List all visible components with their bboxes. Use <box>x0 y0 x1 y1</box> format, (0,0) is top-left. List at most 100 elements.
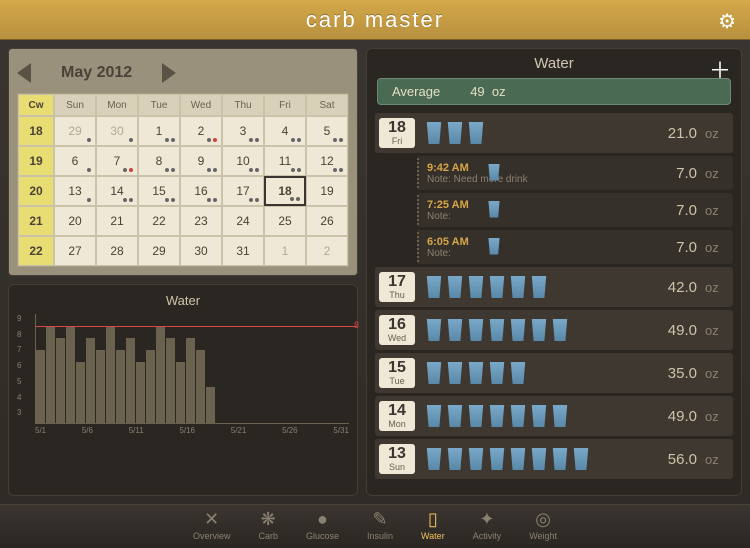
calendar-day-cell[interactable]: 13 <box>54 176 96 206</box>
calendar-day-cell[interactable]: 22 <box>138 206 180 236</box>
day-row[interactable]: 14Mon49.0oz <box>375 396 733 436</box>
cup-icon <box>446 448 464 470</box>
calendar-day-cell[interactable]: 10 <box>222 146 264 176</box>
tab-label: Weight <box>529 531 557 541</box>
chart-bar <box>56 338 65 423</box>
calendar-day-cell[interactable]: 15 <box>138 176 180 206</box>
entry-amount: 7.0 <box>653 239 697 256</box>
tab-carb[interactable]: ❋Carb <box>258 509 278 548</box>
tab-label: Insulin <box>367 531 393 541</box>
cup-icon <box>425 319 443 341</box>
entry-row[interactable]: 7:25 AMNote: 7.0oz <box>417 193 733 227</box>
calendar-day-cell[interactable]: 26 <box>306 206 348 236</box>
calendar-day-cell[interactable]: 2 <box>306 236 348 266</box>
calendar-day-cell[interactable]: 21 <box>96 206 138 236</box>
app-header: carb master ⚙ <box>0 0 750 40</box>
calendar-day-cell[interactable]: 14 <box>96 176 138 206</box>
day-row[interactable]: 13Sun56.0oz <box>375 439 733 479</box>
cup-icon <box>467 276 485 298</box>
entries-list[interactable]: 18Fri21.0oz9:42 AMNote: Need more drink7… <box>367 113 741 495</box>
cup-icon <box>467 362 485 384</box>
insulin-icon: ✎ <box>372 509 387 531</box>
calendar-day-cell[interactable]: 12 <box>306 146 348 176</box>
calendar-day-cell[interactable]: 18 <box>264 176 306 206</box>
calendar-day-cell[interactable]: 17 <box>222 176 264 206</box>
app-title: carb master <box>306 7 444 33</box>
day-badge: 17Thu <box>379 272 415 302</box>
calendar-day-cell[interactable]: 1 <box>138 116 180 146</box>
entry-unit: oz <box>705 166 725 181</box>
day-row[interactable]: 16Wed49.0oz <box>375 310 733 350</box>
calendar-day-cell[interactable]: 6 <box>54 146 96 176</box>
calendar-day-cell[interactable]: 5 <box>306 116 348 146</box>
calendar-day-cell[interactable]: 16 <box>180 176 222 206</box>
tab-water[interactable]: ▯Water <box>421 509 445 548</box>
calendar-panel: May 2012 CwSunMonTueWedThuFriSat18293012… <box>8 48 358 276</box>
tab-activity[interactable]: ✦Activity <box>473 509 502 548</box>
tab-insulin[interactable]: ✎Insulin <box>367 509 393 548</box>
water-icon: ▯ <box>428 509 438 531</box>
calendar-day-cell[interactable]: 1 <box>264 236 306 266</box>
calendar-day-cell[interactable]: 29 <box>138 236 180 266</box>
cup-icon <box>530 405 548 427</box>
calendar-day-cell[interactable]: 23 <box>180 206 222 236</box>
settings-gear-icon[interactable]: ⚙ <box>718 9 736 34</box>
calendar-day-cell[interactable]: 9 <box>180 146 222 176</box>
cup-icon <box>425 405 443 427</box>
calendar-grid: CwSunMonTueWedThuFriSat18293012345196789… <box>17 93 349 267</box>
cup-icon <box>488 448 506 470</box>
day-unit: oz <box>705 452 725 467</box>
chart-bar <box>136 362 145 423</box>
overview-icon: ✕ <box>204 509 219 531</box>
cup-icon <box>446 362 464 384</box>
calendar-day-cell[interactable]: 29 <box>54 116 96 146</box>
cup-icon <box>425 362 443 384</box>
calendar-day-cell[interactable]: 8 <box>138 146 180 176</box>
cup-icon <box>467 319 485 341</box>
day-row[interactable]: 15Tue35.0oz <box>375 353 733 393</box>
entry-row[interactable]: 9:42 AMNote: Need more drink7.0oz <box>417 156 733 190</box>
calendar-week-number: 19 <box>18 146 54 176</box>
prev-month-button[interactable] <box>17 63 31 83</box>
chart-bar <box>176 362 185 423</box>
day-row[interactable]: 18Fri21.0oz <box>375 113 733 153</box>
calendar-header-cell: Sat <box>306 94 348 116</box>
calendar-day-cell[interactable]: 3 <box>222 116 264 146</box>
next-month-button[interactable] <box>162 63 349 83</box>
calendar-day-cell[interactable]: 31 <box>222 236 264 266</box>
calendar-day-cell[interactable]: 2 <box>180 116 222 146</box>
cup-icon <box>467 405 485 427</box>
calendar-day-cell[interactable]: 27 <box>54 236 96 266</box>
cups-display <box>425 276 653 298</box>
cup-icon <box>425 122 443 144</box>
calendar-day-cell[interactable]: 19 <box>306 176 348 206</box>
tab-overview[interactable]: ✕Overview <box>193 509 231 548</box>
add-entry-button[interactable]: ＋ <box>709 53 731 85</box>
cups-display <box>425 319 653 341</box>
weight-icon: ◎ <box>535 509 551 531</box>
calendar-day-cell[interactable]: 11 <box>264 146 306 176</box>
cup-icon <box>487 238 501 255</box>
calendar-day-cell[interactable]: 30 <box>96 116 138 146</box>
cup-icon <box>488 319 506 341</box>
day-badge: 13Sun <box>379 444 415 474</box>
calendar-day-cell[interactable]: 28 <box>96 236 138 266</box>
day-amount: 49.0 <box>653 322 697 339</box>
average-bar: Average 49 oz <box>377 78 731 105</box>
tab-weight[interactable]: ◎Weight <box>529 509 557 548</box>
chart-bar <box>86 338 95 423</box>
entry-row[interactable]: 6:05 AMNote: 7.0oz <box>417 230 733 264</box>
glucose-icon: ● <box>317 509 328 531</box>
calendar-day-cell[interactable]: 25 <box>264 206 306 236</box>
calendar-day-cell[interactable]: 30 <box>180 236 222 266</box>
tab-glucose[interactable]: ●Glucose <box>306 509 339 548</box>
chart-bar <box>66 326 75 423</box>
calendar-day-cell[interactable]: 4 <box>264 116 306 146</box>
calendar-day-cell[interactable]: 20 <box>54 206 96 236</box>
calendar-day-cell[interactable]: 24 <box>222 206 264 236</box>
day-unit: oz <box>705 323 725 338</box>
chart-bar <box>116 350 125 423</box>
day-row[interactable]: 17Thu42.0oz <box>375 267 733 307</box>
calendar-day-cell[interactable]: 7 <box>96 146 138 176</box>
tab-bar: ✕Overview ❋Carb ●Glucose ✎Insulin ▯Water ✦Act… <box>0 504 750 548</box>
